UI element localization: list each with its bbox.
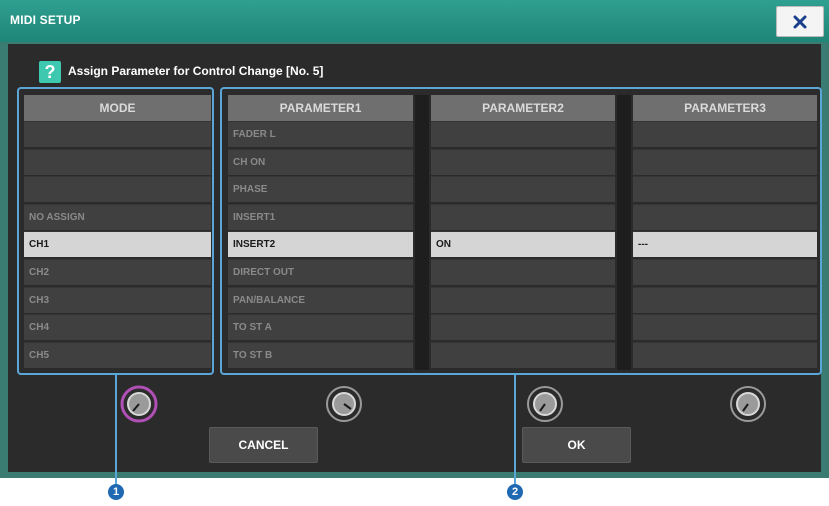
mode-knob[interactable]	[120, 385, 158, 423]
window-title: MIDI SETUP	[10, 13, 81, 27]
mode-header: MODE	[24, 95, 211, 121]
parameter3-row[interactable]	[633, 259, 817, 285]
parameter1-row[interactable]: INSERT2	[228, 231, 413, 258]
mode-row[interactable]: CH5	[24, 341, 211, 368]
parameter2-column: PARAMETER2 ON	[431, 95, 615, 370]
callout-1: 1	[108, 484, 124, 500]
parameter1-row[interactable]: PHASE	[228, 176, 413, 203]
parameter3-row[interactable]	[633, 148, 817, 175]
mode-row[interactable]	[24, 176, 211, 203]
parameter3-header: PARAMETER3	[633, 95, 817, 121]
parameter1-row[interactable]: TO ST B	[228, 341, 413, 368]
parameter2-row[interactable]	[431, 203, 615, 230]
parameter2-row[interactable]	[431, 314, 615, 341]
parameter3-row[interactable]	[633, 341, 817, 368]
parameter2-row[interactable]	[431, 286, 615, 313]
help-icon[interactable]: ?	[39, 61, 61, 83]
parameter1-header: PARAMETER1	[228, 95, 413, 121]
mode-row[interactable]	[24, 121, 211, 147]
callout-2-line	[514, 375, 516, 485]
mode-row[interactable]	[24, 148, 211, 175]
parameter2-row[interactable]	[431, 176, 615, 203]
parameter1-column: PARAMETER1 FADER L CH ON PHASE INSERT1 INSER…	[228, 95, 413, 370]
parameter1-row[interactable]: PAN/BALANCE	[228, 286, 413, 313]
parameter3-row[interactable]: ---	[633, 231, 817, 258]
parameter1-row[interactable]: TO ST A	[228, 314, 413, 341]
parameter2-header: PARAMETER2	[431, 95, 615, 121]
parameter3-row[interactable]	[633, 286, 817, 313]
parameter1-row[interactable]: DIRECT OUT	[228, 259, 413, 285]
mode-row[interactable]: CH4	[24, 314, 211, 341]
callout-2: 2	[507, 484, 523, 500]
parameter3-row[interactable]	[633, 176, 817, 203]
parameter3-row[interactable]	[633, 314, 817, 341]
parameter3-column: PARAMETER3 ---	[633, 95, 817, 370]
column-divider	[617, 95, 631, 370]
title-bar: MIDI SETUP	[0, 0, 829, 42]
cancel-button[interactable]: CANCEL	[209, 427, 318, 463]
column-divider	[415, 95, 429, 370]
mode-column: MODE NO ASSIGN CH1 CH2 CH3 CH4 CH5	[24, 95, 211, 370]
parameter3-row[interactable]	[633, 121, 817, 147]
parameter2-row[interactable]	[431, 259, 615, 285]
parameter3-row[interactable]	[633, 203, 817, 230]
callout-1-line	[115, 375, 117, 485]
mode-row[interactable]: CH1	[24, 231, 211, 258]
close-icon	[793, 15, 807, 29]
mode-row[interactable]: CH2	[24, 259, 211, 285]
parameter2-row[interactable]: ON	[431, 231, 615, 258]
parameter2-row[interactable]	[431, 121, 615, 147]
dialog-heading: Assign Parameter for Control Change [No.…	[68, 64, 324, 78]
parameter1-row[interactable]: INSERT1	[228, 203, 413, 230]
parameter1-row[interactable]: FADER L	[228, 121, 413, 147]
parameter1-row[interactable]: CH ON	[228, 148, 413, 175]
parameter2-knob[interactable]	[526, 385, 564, 423]
parameter1-knob[interactable]	[325, 385, 363, 423]
parameter2-row[interactable]	[431, 148, 615, 175]
close-button[interactable]	[776, 6, 824, 37]
mode-row[interactable]: CH3	[24, 286, 211, 313]
parameter2-row[interactable]	[431, 341, 615, 368]
mode-row[interactable]: NO ASSIGN	[24, 203, 211, 230]
parameter3-knob[interactable]	[729, 385, 767, 423]
ok-button[interactable]: OK	[522, 427, 631, 463]
